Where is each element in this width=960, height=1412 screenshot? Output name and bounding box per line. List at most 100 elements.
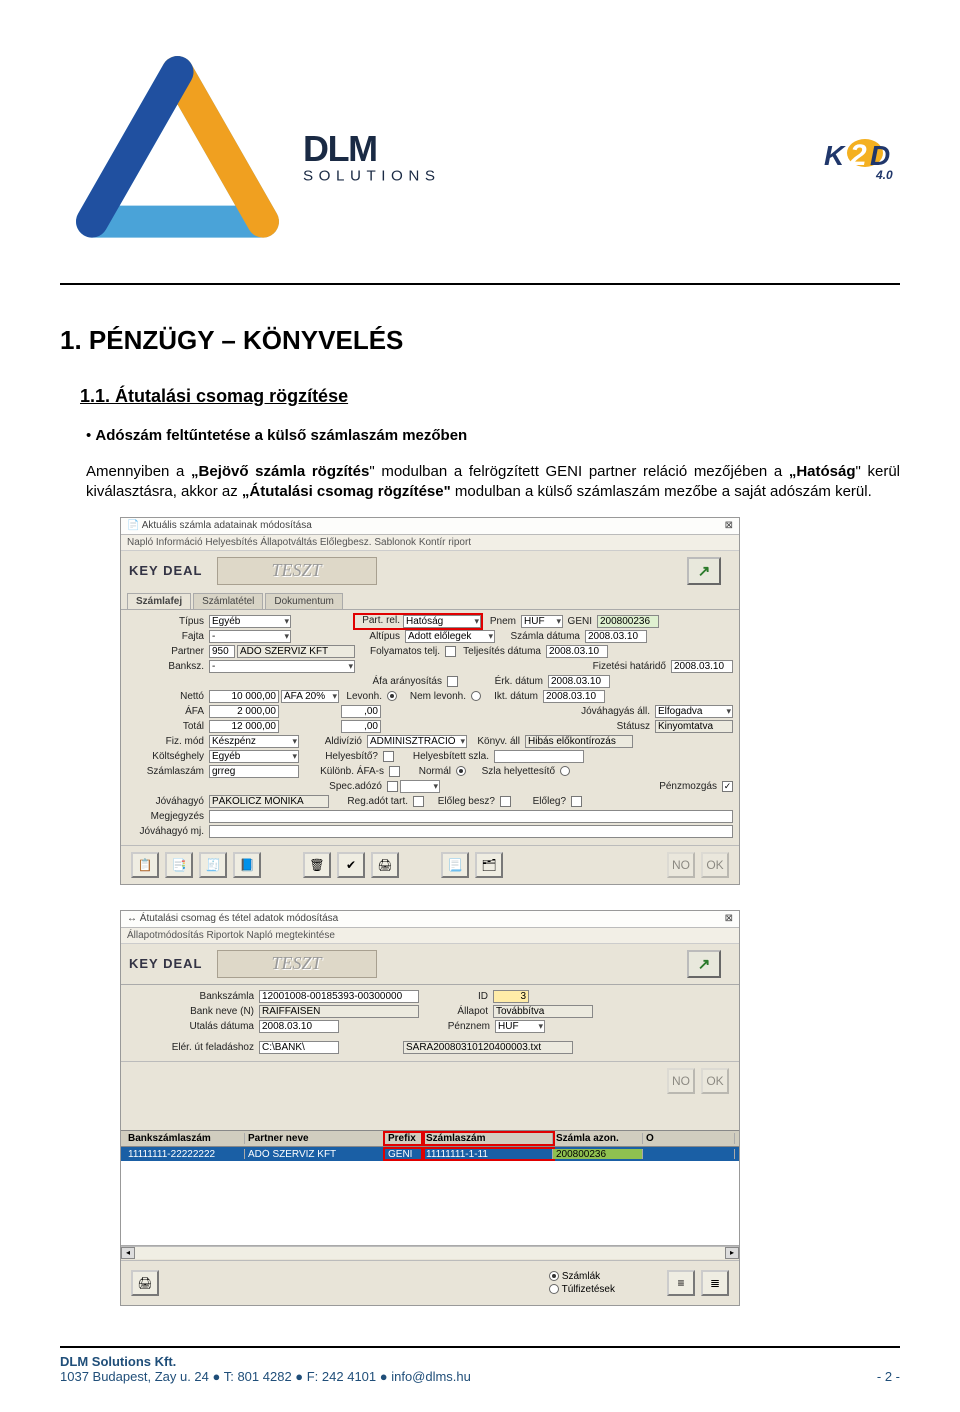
toolbtn-2[interactable]: 📑 (165, 852, 193, 878)
field-jovahagyo: PÁKOLICZ MÓNIKA (209, 795, 329, 808)
field-szamlaszam[interactable]: grreg (209, 765, 299, 778)
radio-szla-helyettesito[interactable] (560, 766, 570, 776)
field-helyesbitett[interactable] (494, 750, 584, 763)
toolbtn-list1[interactable]: ≡ (667, 1270, 695, 1296)
toolbtn-ok: OK (701, 1068, 729, 1094)
field-jovahagyo-mj[interactable] (209, 825, 733, 838)
chk-kulonb-afa[interactable] (389, 766, 400, 777)
window-titlebar: 📄 Aktuális számla adatainak módosítása ⊠ (121, 518, 739, 535)
tab-szamlafej[interactable]: Számlafej (127, 593, 191, 609)
page-header: DLM SOLUTIONS K 2 D 4.0 (60, 40, 900, 275)
window-titlebar-2: ↔ Átutalási csomag és tétel adatok módos… (121, 911, 739, 928)
col-bankszamla[interactable]: Bankszámlaszám (125, 1133, 245, 1144)
radio-szamlak[interactable] (549, 1271, 559, 1281)
chk-penzmozgas[interactable] (722, 781, 733, 792)
svg-text:2: 2 (849, 139, 867, 172)
toolbtn-5[interactable]: 🗑 (303, 852, 331, 878)
col-partner[interactable]: Partner neve (245, 1133, 385, 1144)
col-szamla-azon[interactable]: Számla azon. (553, 1133, 643, 1144)
field-koltseghely[interactable]: Egyéb (209, 750, 299, 763)
menubar-2[interactable]: Állapotmódosítás Riportok Napló megtekin… (121, 928, 739, 944)
grid-row[interactable]: 11111111-22222222 ADÓ SZERVIZ KFT GENI 1… (121, 1147, 739, 1161)
partrel-highlight: Part. rel. Hatóság (355, 615, 481, 628)
action-button[interactable]: ↗ (687, 557, 721, 585)
toolbtn-3[interactable]: 🧾 (199, 852, 227, 878)
toolbtn-9[interactable]: 🗂 (475, 852, 503, 878)
field-aldivizio[interactable]: ADMINISZTRÁCIÓ (367, 735, 467, 748)
field-geni: 200800236 (597, 615, 659, 628)
close-icon[interactable]: ⊠ (725, 520, 733, 532)
field-eler-file: SARA20080310120400003.txt (403, 1041, 573, 1054)
col-prefix[interactable]: Prefix (385, 1133, 423, 1144)
radio-tulfizetesek[interactable] (549, 1284, 559, 1294)
heading-2: 1.1. Átutalási csomag rögzítése (60, 386, 900, 407)
toolbtn-list2[interactable]: ≣ (701, 1270, 729, 1296)
field-teljesites[interactable]: 2008.03.10 (546, 645, 608, 658)
col-szamlaszam[interactable]: Számlaszám (423, 1133, 553, 1144)
field-afa[interactable]: 2 000,00 (209, 705, 279, 718)
field-altipus[interactable]: Adott előlegek (405, 630, 495, 643)
radio-nem-levonh[interactable] (471, 691, 481, 701)
field-partner-id[interactable]: 950 (209, 645, 235, 658)
screenshot-bejovo-szamla: 📄 Aktuális számla adatainak módosítása ⊠… (120, 517, 740, 885)
field-partrel[interactable]: Hatóság (403, 615, 481, 628)
field-eler-ut[interactable]: C:\BANK\ (259, 1041, 339, 1054)
radio-levonh[interactable] (387, 691, 397, 701)
tab-szamlatetel[interactable]: Számlatétel (193, 593, 263, 609)
page-number: - 2 - (877, 1369, 900, 1384)
header-divider (60, 283, 900, 285)
close-icon[interactable]: ⊠ (725, 913, 733, 925)
field-erk-datum[interactable]: 2008.03.10 (548, 675, 610, 688)
field-specadozo-sel[interactable] (400, 780, 440, 793)
chk-afa-aranyositas[interactable] (447, 676, 458, 687)
field-szamla-datuma[interactable]: 2008.03.10 (585, 630, 647, 643)
field-jovahagyas[interactable]: Elfogadva (655, 705, 733, 718)
horizontal-scrollbar[interactable]: ◂▸ (121, 1246, 739, 1260)
menubar[interactable]: Napló Információ Helyesbítés Állapotvált… (121, 535, 739, 551)
field-fajta[interactable]: - (209, 630, 291, 643)
logo-dlm-solutions: DLM SOLUTIONS (60, 40, 538, 275)
toolbtn-1[interactable]: 📋 (131, 852, 159, 878)
logo-k2d: K 2 D 4.0 (820, 133, 900, 183)
triangle-loop-icon (60, 40, 295, 275)
screenshot-atutalasi-csomag: ↔ Átutalási csomag és tétel adatok módos… (120, 910, 740, 1306)
label-tipus: Típus (127, 616, 207, 627)
field-utalas-datuma[interactable]: 2008.03.10 (259, 1020, 339, 1033)
toolbtn-print[interactable]: 🖨 (131, 1270, 159, 1296)
svg-text:K: K (824, 140, 846, 171)
toolbtn-8[interactable]: 📃 (441, 852, 469, 878)
field-megjegyzes[interactable] (209, 810, 733, 823)
chk-folyamatos[interactable] (445, 646, 456, 657)
toolbtn-4[interactable]: 📘 (233, 852, 261, 878)
chk-eloleg-besz[interactable] (500, 796, 511, 807)
field-bankszamla[interactable]: 12001008-00185393-00300000 (259, 990, 419, 1003)
field-id: 3 (493, 990, 529, 1003)
heading-1: 1. PÉNZÜGY – KÖNYVELÉS (60, 325, 900, 356)
chk-helyesbito[interactable] (383, 751, 394, 762)
field-fizmod[interactable]: Készpénz (209, 735, 299, 748)
svg-text:4.0: 4.0 (875, 168, 893, 182)
field-ikt-datum[interactable]: 2008.03.10 (543, 690, 605, 703)
toolbtn-6[interactable]: ✔ (337, 852, 365, 878)
tab-dokumentum[interactable]: Dokumentum (265, 593, 342, 609)
toolbtn-7[interactable]: 🖨 (371, 852, 399, 878)
field-tipus[interactable]: Egyéb (209, 615, 291, 628)
field-total[interactable]: 12 000,00 (209, 720, 279, 733)
field-netto[interactable]: 10 000,00 (209, 690, 279, 703)
field-afa-kulcs[interactable]: ÁFA 20% (281, 690, 339, 703)
footer-contact: 1037 Budapest, Zay u. 24 ● T: 801 4282 ●… (60, 1369, 471, 1384)
app-logo-text: KEY DEAL (129, 563, 203, 578)
radio-normal[interactable] (456, 766, 466, 776)
field-pnem[interactable]: HUF (521, 615, 563, 628)
chk-eloleg[interactable] (571, 796, 582, 807)
chk-reg-adot[interactable] (413, 796, 424, 807)
field-penznem[interactable]: HUF (495, 1020, 545, 1033)
dlm-solutions-wordmark: DLM SOLUTIONS (303, 128, 538, 186)
action-button[interactable]: ↗ (687, 950, 721, 978)
field-konyv-all: Hibás előkontírozás (525, 735, 633, 748)
field-banksz[interactable]: - (209, 660, 355, 673)
svg-text:SOLUTIONS: SOLUTIONS (303, 168, 441, 185)
chk-spec-adozo[interactable] (387, 781, 398, 792)
field-fizetesi-hatar[interactable]: 2008.03.10 (671, 660, 733, 673)
footer-company: DLM Solutions Kft. (60, 1354, 471, 1369)
